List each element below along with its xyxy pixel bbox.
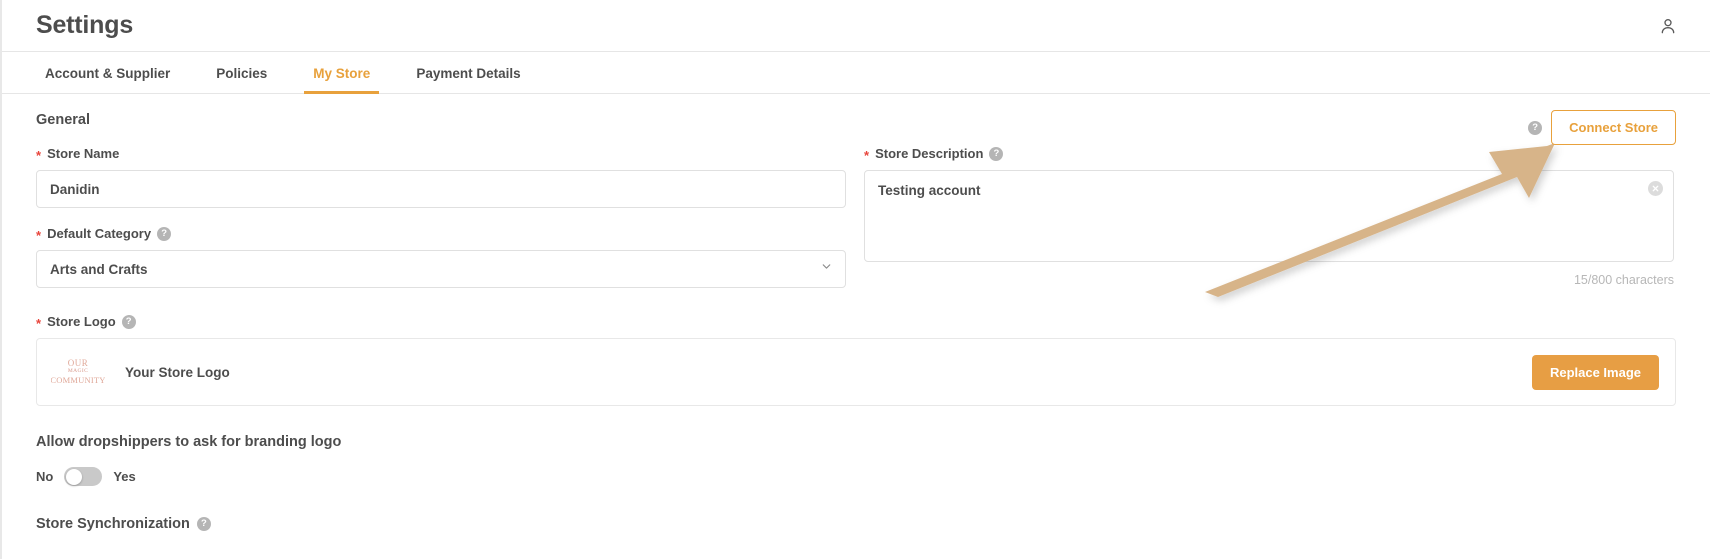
store-synchronization-title-text: Store Synchronization (36, 516, 190, 532)
connect-store-help-icon[interactable]: ? (1528, 121, 1542, 135)
general-fields-row: ? Connect Store * Store Name * Default C… (36, 146, 1676, 288)
branding-toggle-row: No Yes (36, 467, 1676, 486)
settings-content: General ? Connect Store * Store Name * D… (2, 94, 1710, 532)
tab-bar: Account & Supplier Policies My Store Pay… (2, 52, 1710, 94)
store-logo-label: * Store Logo ? (36, 314, 1676, 329)
toggle-label-no: No (36, 469, 53, 484)
connect-store-button[interactable]: Connect Store (1551, 110, 1676, 145)
branding-logo-section: Allow dropshippers to ask for branding l… (36, 434, 1676, 486)
store-logo-help-icon[interactable]: ? (122, 315, 136, 329)
store-logo-required-marker: * (36, 317, 41, 330)
default-category-select-wrap: Arts and Crafts (36, 250, 846, 288)
store-description-wrap (864, 170, 1674, 267)
left-column: * Store Name * Default Category ? Arts a… (36, 146, 846, 288)
toggle-label-yes: Yes (113, 469, 135, 484)
default-category-select[interactable]: Arts and Crafts (36, 250, 846, 288)
store-name-required-marker: * (36, 149, 41, 162)
store-synchronization-help-icon[interactable]: ? (197, 517, 211, 531)
tab-policies[interactable]: Policies (207, 66, 276, 94)
branding-logo-title: Allow dropshippers to ask for branding l… (36, 434, 1676, 450)
store-description-textarea[interactable] (864, 170, 1674, 262)
store-description-help-icon[interactable]: ? (989, 147, 1003, 161)
clear-circle-icon[interactable] (1648, 181, 1663, 196)
page-header: Settings (2, 0, 1710, 52)
user-icon[interactable] (1654, 12, 1682, 40)
tab-my-store[interactable]: My Store (304, 66, 379, 94)
store-synchronization-title: Store Synchronization ? (36, 516, 1676, 532)
store-logo-thumbnail: OUR MAGIC COMMUNITY (51, 350, 105, 394)
store-logo-card: OUR MAGIC COMMUNITY Your Store Logo Repl… (36, 338, 1676, 406)
store-description-label-text: Store Description (875, 146, 983, 161)
connect-store-group: ? Connect Store (1528, 110, 1676, 145)
toggle-knob (66, 469, 82, 485)
tab-account-supplier[interactable]: Account & Supplier (36, 66, 179, 94)
right-column: * Store Description ? 15/800 characters (864, 146, 1674, 287)
default-category-required-marker: * (36, 229, 41, 242)
store-name-label: * Store Name (36, 146, 846, 161)
general-section-title: General (36, 112, 1676, 128)
default-category-label-text: Default Category (47, 226, 151, 241)
logo-text-line1: OUR (68, 359, 89, 368)
settings-page: Settings Account & Supplier Policies My … (0, 0, 1710, 559)
store-description-required-marker: * (864, 149, 869, 162)
tab-payment-details[interactable]: Payment Details (407, 66, 529, 94)
store-logo-section: * Store Logo ? OUR MAGIC COMMUNITY Your … (36, 314, 1676, 406)
store-logo-file-name: Your Store Logo (125, 365, 230, 380)
default-category-label: * Default Category ? (36, 226, 846, 241)
store-logo-label-text: Store Logo (47, 314, 116, 329)
store-name-input[interactable] (36, 170, 846, 208)
store-synchronization-section: Store Synchronization ? (36, 516, 1676, 532)
default-category-help-icon[interactable]: ? (157, 227, 171, 241)
store-name-label-text: Store Name (47, 146, 119, 161)
branding-logo-toggle[interactable] (64, 467, 102, 486)
store-description-label: * Store Description ? (864, 146, 1674, 161)
replace-image-button[interactable]: Replace Image (1532, 355, 1659, 390)
character-counter: 15/800 characters (864, 273, 1674, 287)
page-title: Settings (36, 11, 133, 40)
logo-text-line3: COMMUNITY (51, 376, 105, 385)
